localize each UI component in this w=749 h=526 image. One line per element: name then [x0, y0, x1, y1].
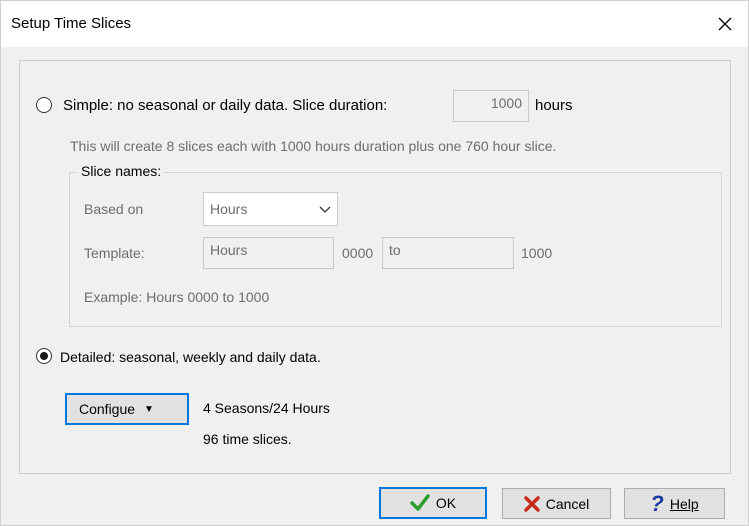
detailed-radio[interactable]: [36, 348, 52, 364]
slice-names-group: Slice names: Based on Hours Template: Ho…: [69, 163, 722, 327]
slice-duration-field[interactable]: 1000: [453, 90, 529, 122]
detailed-option-label: Detailed: seasonal, weekly and daily dat…: [60, 349, 321, 365]
template-label: Template:: [84, 245, 145, 261]
ok-button-label: OK: [435, 495, 457, 511]
dialog-title: Setup Time Slices: [11, 15, 132, 32]
checkmark-icon: [410, 494, 430, 511]
title-bar: Setup Time Slices: [1, 1, 748, 47]
template-to-field[interactable]: to: [382, 237, 514, 269]
time-slice-count: 96 time slices.: [203, 431, 292, 447]
cancel-x-icon: [523, 495, 540, 512]
help-button-label: Help: [669, 495, 699, 512]
dropdown-caret-icon: ▼: [144, 403, 154, 415]
close-button[interactable]: [702, 1, 748, 47]
setup-time-slices-dialog: Setup Time Slices Simple: no seasonal or…: [0, 0, 749, 526]
options-panel: Simple: no seasonal or daily data. Slice…: [19, 60, 731, 474]
based-on-value: Hours: [210, 201, 248, 217]
simple-option-label: Simple: no seasonal or daily data. Slice…: [63, 97, 388, 114]
help-button[interactable]: ? Help: [624, 488, 725, 519]
based-on-label: Based on: [84, 201, 144, 217]
configure-button[interactable]: Configue ▼: [65, 393, 189, 425]
based-on-select[interactable]: Hours: [203, 192, 338, 226]
ok-button[interactable]: OK: [379, 487, 487, 519]
template-start-value: 0000: [342, 245, 374, 261]
cancel-button[interactable]: Cancel: [502, 488, 611, 519]
help-question-icon: ?: [650, 490, 664, 516]
slice-names-legend: Slice names:: [78, 163, 165, 179]
template-end-value: 1000: [521, 245, 553, 261]
close-icon: [718, 17, 732, 31]
configuration-summary: 4 Seasons/24 Hours: [203, 400, 330, 416]
chevron-down-icon: [319, 206, 331, 213]
configure-button-label: Configue: [79, 401, 136, 417]
template-name-field[interactable]: Hours: [203, 237, 334, 269]
example-text: Example: Hours 0000 to 1000: [84, 289, 270, 305]
duration-unit-label: hours: [535, 97, 573, 114]
simple-radio[interactable]: [36, 97, 52, 113]
cancel-button-label: Cancel: [545, 495, 590, 512]
simple-description: This will create 8 slices each with 1000…: [70, 138, 557, 154]
